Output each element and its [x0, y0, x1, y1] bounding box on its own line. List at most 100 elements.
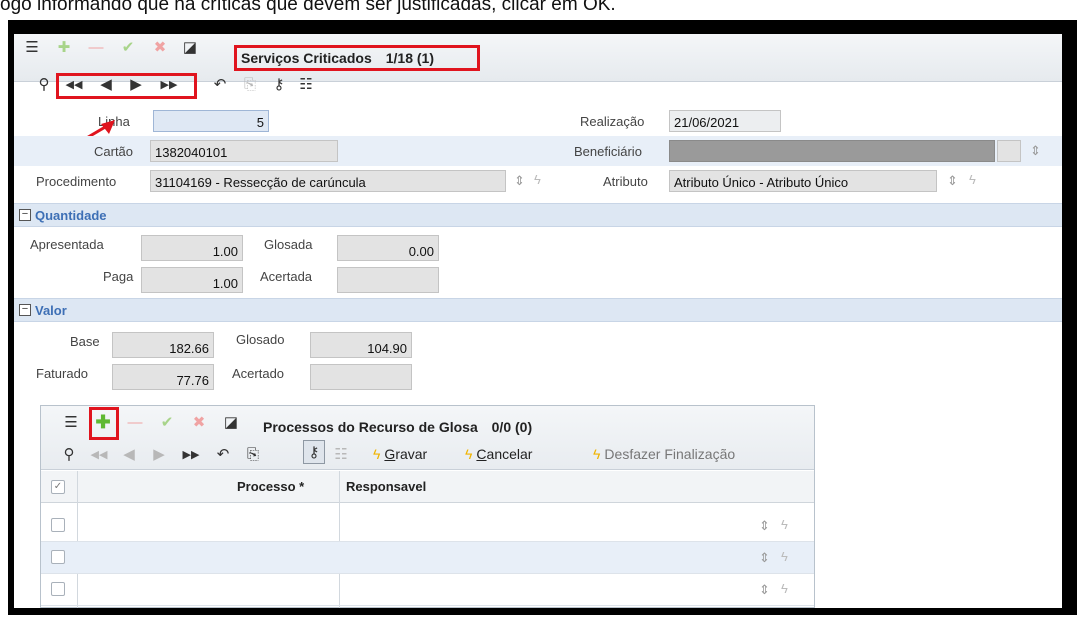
add-button-highlight: [89, 407, 119, 440]
navigation-highlight: [56, 73, 197, 99]
select-all-checkbox[interactable]: ✓: [51, 480, 65, 494]
panel-record-counter: 0/0 (0): [491, 419, 533, 435]
atributo-spinner-icon[interactable]: ⇕: [947, 173, 958, 189]
table-row[interactable]: ⇕ ϟ: [41, 574, 814, 606]
list-icon[interactable]: ☰: [22, 37, 42, 57]
procedimento-bolt-icon[interactable]: ϟ: [534, 172, 541, 187]
section-title: Quantidade: [35, 208, 107, 223]
row-checkbox[interactable]: [51, 518, 65, 532]
first-icon[interactable]: ◀◀: [89, 444, 109, 464]
spinner-icon[interactable]: ⇕: [759, 582, 770, 598]
desfazer-finalizacao-button[interactable]: ϟ Desfazer Finalização: [593, 446, 735, 462]
section-title: Valor: [35, 303, 67, 318]
details-list-icon[interactable]: ☷: [331, 444, 351, 464]
section-valor[interactable]: − Valor: [14, 298, 1062, 322]
undo-icon[interactable]: ↶: [213, 444, 233, 464]
export-icon[interactable]: ⎘: [243, 444, 263, 464]
row-checkbox[interactable]: [51, 550, 65, 564]
procedimento-label: Procedimento: [36, 174, 117, 189]
procedimento-field[interactable]: 31104169 - Ressecção de carúncula: [150, 170, 506, 192]
cancel-icon[interactable]: ✖: [189, 412, 209, 432]
add-icon[interactable]: ✚: [54, 37, 74, 57]
row-apresentada: Apresentada 1.00 Glosada 0.00: [14, 231, 1062, 261]
glosado-label: Glosado: [236, 332, 285, 347]
row-cartao: Cartão 1382040101 Beneficiário ⇕: [14, 136, 1062, 166]
panel-toolbar: ☰ ✚ — ✔ ✖ ◪ Processos do Recurso de Glos…: [41, 406, 814, 470]
realizacao-field[interactable]: 21/06/2021: [669, 110, 781, 132]
table-row[interactable]: ⇕ ϟ: [41, 510, 814, 542]
window-title: Serviços Criticados: [241, 50, 372, 66]
linha-field[interactable]: 5: [153, 110, 269, 132]
beneficiario-dropdown[interactable]: [997, 140, 1021, 162]
key-icon: ⚷: [308, 444, 320, 461]
bolt-icon: ϟ: [593, 446, 601, 462]
column-responsavel[interactable]: Responsavel: [346, 479, 426, 494]
recurso-glosa-panel: ☰ ✚ — ✔ ✖ ◪ Processos do Recurso de Glos…: [40, 405, 815, 608]
collapse-icon[interactable]: −: [19, 304, 31, 316]
bolt-icon[interactable]: ϟ: [781, 581, 788, 596]
bolt-icon[interactable]: ϟ: [781, 517, 788, 532]
export-icon[interactable]: ⎘: [240, 74, 260, 94]
form-view-icon[interactable]: ◪: [221, 412, 241, 432]
remove-icon[interactable]: —: [86, 37, 106, 57]
search-icon[interactable]: ⚲: [59, 444, 79, 464]
grid-header: ✓ Processo * Responsavel: [41, 471, 814, 503]
atributo-field[interactable]: Atributo Único - Atributo Único: [669, 170, 937, 192]
bolt-icon: ϟ: [465, 446, 473, 462]
beneficiario-field[interactable]: [669, 140, 995, 162]
glosado-field[interactable]: 104.90: [310, 332, 412, 358]
gravar-button[interactable]: ϟ Gravar: [373, 446, 427, 462]
beneficiario-label: Beneficiário: [574, 144, 642, 159]
column-processo[interactable]: Processo *: [237, 479, 304, 494]
paga-field[interactable]: 1.00: [141, 267, 243, 293]
collapse-icon[interactable]: −: [19, 209, 31, 221]
acertada-label: Acertada: [260, 269, 313, 284]
faturado-label: Faturado: [36, 366, 89, 381]
details-list-icon[interactable]: ☷: [296, 74, 316, 94]
panel-title-text: Processos do Recurso de Glosa: [263, 419, 478, 435]
remove-icon[interactable]: —: [125, 412, 145, 432]
last-icon[interactable]: ▶▶: [181, 444, 201, 464]
previous-icon[interactable]: ◀: [119, 444, 139, 464]
key-icon[interactable]: ⚷: [269, 74, 289, 94]
row-base: Base 182.66 Glosado 104.90: [14, 326, 1062, 358]
confirm-icon[interactable]: ✔: [157, 412, 177, 432]
apresentada-label: Apresentada: [30, 237, 104, 252]
acertado-label: Acertado: [232, 366, 285, 381]
spinner-icon[interactable]: ⇕: [759, 550, 770, 566]
next-icon[interactable]: ▶: [149, 444, 169, 464]
acertado-field[interactable]: [310, 364, 412, 390]
realizacao-label: Realização: [580, 114, 645, 129]
row-procedimento: Procedimento 31104169 - Ressecção de car…: [14, 166, 1062, 196]
confirm-icon[interactable]: ✔: [118, 37, 138, 57]
window-title-highlight: Serviços Criticados 1/18 (1): [234, 45, 480, 71]
list-icon[interactable]: ☰: [61, 412, 81, 432]
beneficiario-spinner-icon[interactable]: ⇕: [1030, 143, 1041, 159]
base-field[interactable]: 182.66: [112, 332, 214, 358]
row-paga: Paga 1.00 Acertada: [14, 263, 1062, 293]
key-toggle-button[interactable]: ⚷: [303, 440, 325, 464]
atributo-bolt-icon[interactable]: ϟ: [969, 172, 976, 187]
section-quantidade[interactable]: − Quantidade: [14, 203, 1062, 227]
cancel-icon[interactable]: ✖: [150, 37, 170, 57]
cancelar-button[interactable]: ϟ Cancelar: [465, 446, 532, 462]
row-linha: Linha 5 Realização 21/06/2021: [14, 106, 1062, 136]
form-view-icon[interactable]: ◪: [180, 37, 200, 57]
row-checkbox[interactable]: [51, 582, 65, 596]
glosada-field[interactable]: 0.00: [337, 235, 439, 261]
acertada-field[interactable]: [337, 267, 439, 293]
table-row[interactable]: ⇕ ϟ: [41, 542, 814, 574]
bolt-icon: ϟ: [373, 446, 381, 462]
cartao-field[interactable]: 1382040101: [150, 140, 338, 162]
spinner-icon[interactable]: ⇕: [759, 518, 770, 534]
tutorial-caption: ogo informando que há críticas que devem…: [0, 0, 616, 15]
bolt-icon[interactable]: ϟ: [781, 549, 788, 564]
procedimento-spinner-icon[interactable]: ⇕: [514, 173, 525, 189]
undo-icon[interactable]: ↶: [210, 74, 230, 94]
search-icon[interactable]: ⚲: [34, 74, 54, 94]
atributo-label: Atributo: [603, 174, 648, 189]
faturado-field[interactable]: 77.76: [112, 364, 214, 390]
apresentada-field[interactable]: 1.00: [141, 235, 243, 261]
glosada-label: Glosada: [264, 237, 313, 252]
panel-title: Processos do Recurso de Glosa 0/0 (0): [263, 419, 532, 435]
